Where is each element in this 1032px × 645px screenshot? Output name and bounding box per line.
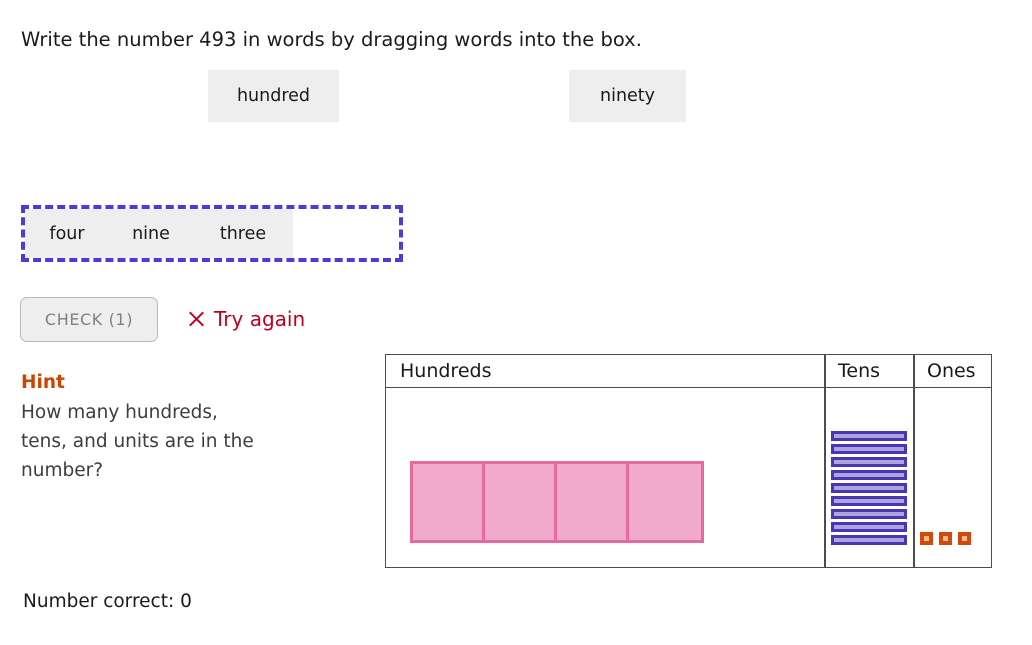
column-header-ones: Ones	[913, 355, 993, 387]
check-button[interactable]: CHECK (1)	[20, 297, 158, 342]
placed-word-2[interactable]: nine	[109, 224, 193, 244]
place-value-body-row	[386, 388, 991, 567]
ten-bar	[831, 535, 907, 545]
hundred-block	[629, 464, 701, 540]
hundred-block	[557, 464, 629, 540]
one-cube	[939, 532, 952, 545]
ten-bar	[831, 431, 907, 441]
feedback-message: Try again	[187, 307, 305, 331]
ten-bar	[831, 444, 907, 454]
hundreds-blocks	[410, 461, 704, 543]
ten-bar	[831, 522, 907, 532]
placed-word-3[interactable]: three	[193, 224, 293, 244]
ten-bar	[831, 496, 907, 506]
ten-bar	[831, 483, 907, 493]
one-cube	[958, 532, 971, 545]
place-value-table: Hundreds Tens Ones	[385, 354, 992, 568]
page-title: Write the number 493 in words by draggin…	[21, 27, 642, 53]
column-header-hundreds: Hundreds	[386, 355, 824, 387]
column-header-tens: Tens	[824, 355, 913, 387]
column-divider-1-body	[824, 388, 826, 567]
ten-bar	[831, 509, 907, 519]
dropzone-placed-words: four nine three	[25, 209, 293, 258]
tens-bars	[831, 431, 907, 545]
ones-cubes	[920, 532, 971, 545]
ten-bar	[831, 470, 907, 480]
hint-title: Hint	[21, 372, 65, 393]
hundred-block	[413, 464, 485, 540]
hundred-block	[485, 464, 557, 540]
one-cube	[920, 532, 933, 545]
word-tile-hundred[interactable]: hundred	[208, 70, 339, 122]
ten-bar	[831, 457, 907, 467]
word-tile-ninety[interactable]: ninety	[569, 70, 686, 122]
cross-icon	[187, 310, 205, 328]
answer-dropzone[interactable]: four nine three	[21, 205, 403, 262]
feedback-label: Try again	[214, 307, 305, 331]
place-value-header-row: Hundreds Tens Ones	[386, 355, 991, 388]
hint-body: How many hundreds, tens, and units are i…	[21, 398, 256, 485]
score-label: Number correct: 0	[23, 591, 192, 612]
column-divider-2-body	[913, 388, 915, 567]
placed-word-1[interactable]: four	[25, 224, 109, 244]
